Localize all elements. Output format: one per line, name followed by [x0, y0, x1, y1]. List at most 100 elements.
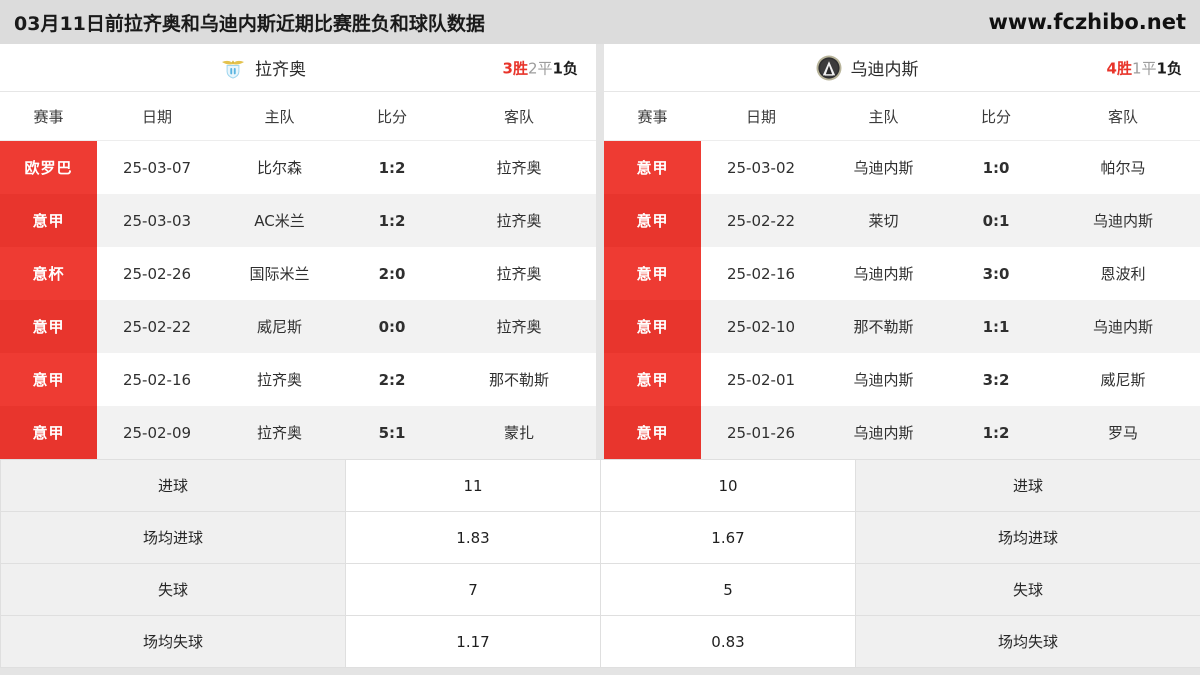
header-competition: 赛事: [604, 92, 701, 141]
away-team: 蒙扎: [442, 406, 596, 459]
right-team-name: 乌迪内斯: [851, 55, 919, 80]
table-row[interactable]: 意甲 25-02-22 威尼斯 0:0 拉齐奥: [0, 300, 596, 353]
match-score: 1:2: [946, 406, 1046, 459]
header-date: 日期: [97, 92, 217, 141]
stat-label-left: 场均失球: [1, 616, 346, 668]
header-score: 比分: [342, 92, 442, 141]
home-team: 比尔森: [217, 141, 342, 195]
stat-label-right: 场均进球: [856, 512, 1200, 564]
match-date: 25-02-16: [97, 353, 217, 406]
stat-value-right: 1.67: [601, 512, 856, 564]
site-url: www.fczhibo.net: [989, 10, 1186, 34]
stat-value-right: 10: [601, 460, 856, 512]
stat-label-left: 场均进球: [1, 512, 346, 564]
title-bar: 03月11日前拉齐奥和乌迪内斯近期比赛胜负和球队数据 www.fczhibo.n…: [0, 0, 1200, 44]
stat-label-right: 场均失球: [856, 616, 1200, 668]
match-date: 25-02-10: [701, 300, 821, 353]
competition-badge: 意杯: [0, 247, 97, 300]
match-score: 0:0: [342, 300, 442, 353]
competition-badge: 意甲: [604, 300, 701, 353]
stat-value-left: 1.83: [346, 512, 601, 564]
left-team-name: 拉齐奥: [255, 55, 306, 80]
match-date: 25-02-01: [701, 353, 821, 406]
header-home: 主队: [821, 92, 946, 141]
match-date: 25-03-02: [701, 141, 821, 195]
match-date: 25-03-03: [97, 194, 217, 247]
right-team-panel: 乌迪内斯 4胜1平1负 赛事 日期 主队 比分 客队 意甲: [604, 44, 1200, 459]
match-date: 25-02-22: [701, 194, 821, 247]
table-row[interactable]: 意甲 25-02-01 乌迪内斯 3:2 威尼斯: [604, 353, 1200, 406]
home-team: 莱切: [821, 194, 946, 247]
home-team: 拉齐奥: [217, 406, 342, 459]
match-date: 25-02-22: [97, 300, 217, 353]
table-row[interactable]: 意甲 25-01-26 乌迪内斯 1:2 罗马: [604, 406, 1200, 459]
stat-value-left: 7: [346, 564, 601, 616]
right-record-draws: 1: [1132, 59, 1142, 77]
match-date: 25-01-26: [701, 406, 821, 459]
table-row[interactable]: 欧罗巴 25-03-07 比尔森 1:2 拉齐奥: [0, 141, 596, 195]
udinese-crest-icon: [816, 55, 842, 81]
table-row[interactable]: 意杯 25-02-26 国际米兰 2:0 拉齐奥: [0, 247, 596, 300]
table-row[interactable]: 意甲 25-03-02 乌迪内斯 1:0 帕尔马: [604, 141, 1200, 195]
header-away: 客队: [442, 92, 596, 141]
home-team: 国际米兰: [217, 247, 342, 300]
away-team: 帕尔马: [1046, 141, 1200, 195]
competition-badge: 意甲: [0, 353, 97, 406]
away-team: 拉齐奥: [442, 300, 596, 353]
match-score: 1:2: [342, 194, 442, 247]
left-record-draws-label: 平: [538, 59, 553, 77]
away-team: 乌迪内斯: [1046, 194, 1200, 247]
stat-value-right: 0.83: [601, 616, 856, 668]
stat-label-left: 失球: [1, 564, 346, 616]
left-record-wins-label: 胜: [513, 59, 528, 77]
match-score: 0:1: [946, 194, 1046, 247]
header-date: 日期: [701, 92, 821, 141]
match-score: 1:2: [342, 141, 442, 195]
right-record-wins-label: 胜: [1117, 59, 1132, 77]
stats-row: 场均进球 1.83 1.67 场均进球: [1, 512, 1200, 564]
right-record-losses-label: 负: [1167, 59, 1182, 77]
match-score: 5:1: [342, 406, 442, 459]
stat-value-left: 11: [346, 460, 601, 512]
home-team: 乌迪内斯: [821, 247, 946, 300]
competition-badge: 意甲: [604, 353, 701, 406]
table-row[interactable]: 意甲 25-02-09 拉齐奥 5:1 蒙扎: [0, 406, 596, 459]
stats-row: 场均失球 1.17 0.83 场均失球: [1, 616, 1200, 668]
left-table-header-row: 赛事 日期 主队 比分 客队: [0, 92, 596, 141]
table-row[interactable]: 意甲 25-02-22 莱切 0:1 乌迪内斯: [604, 194, 1200, 247]
left-match-rows: 欧罗巴 25-03-07 比尔森 1:2 拉齐奥 意甲 25-03-03 AC米…: [0, 141, 596, 460]
stat-label-left: 进球: [1, 460, 346, 512]
right-table-header-row: 赛事 日期 主队 比分 客队: [604, 92, 1200, 141]
home-team: 乌迪内斯: [821, 406, 946, 459]
competition-badge: 意甲: [604, 247, 701, 300]
left-team-panel: 拉齐奥 3胜2平1负 赛事 日期 主队 比分 客队 欧罗巴: [0, 44, 596, 459]
competition-badge: 意甲: [0, 406, 97, 459]
competition-badge: 意甲: [604, 194, 701, 247]
header-competition: 赛事: [0, 92, 97, 141]
match-score: 1:1: [946, 300, 1046, 353]
left-team-header: 拉齐奥 3胜2平1负: [0, 44, 596, 92]
match-score: 3:2: [946, 353, 1046, 406]
competition-badge: 意甲: [604, 141, 701, 195]
match-date: 25-02-16: [701, 247, 821, 300]
table-row[interactable]: 意甲 25-02-10 那不勒斯 1:1 乌迪内斯: [604, 300, 1200, 353]
home-team: 乌迪内斯: [821, 141, 946, 195]
right-record-losses: 1: [1157, 59, 1167, 77]
panel-divider: [596, 44, 604, 459]
away-team: 那不勒斯: [442, 353, 596, 406]
away-team: 拉齐奥: [442, 247, 596, 300]
header-score: 比分: [946, 92, 1046, 141]
match-date: 25-03-07: [97, 141, 217, 195]
match-date: 25-02-26: [97, 247, 217, 300]
table-row[interactable]: 意甲 25-03-03 AC米兰 1:2 拉齐奥: [0, 194, 596, 247]
stat-value-left: 1.17: [346, 616, 601, 668]
match-score: 3:0: [946, 247, 1046, 300]
match-score: 1:0: [946, 141, 1046, 195]
away-team: 罗马: [1046, 406, 1200, 459]
table-row[interactable]: 意甲 25-02-16 拉齐奥 2:2 那不勒斯: [0, 353, 596, 406]
right-match-table: 赛事 日期 主队 比分 客队 意甲 25-03-02 乌迪内斯 1:0 帕尔马 …: [604, 92, 1200, 459]
home-team: 威尼斯: [217, 300, 342, 353]
match-date: 25-02-09: [97, 406, 217, 459]
home-team: 拉齐奥: [217, 353, 342, 406]
table-row[interactable]: 意甲 25-02-16 乌迪内斯 3:0 恩波利: [604, 247, 1200, 300]
